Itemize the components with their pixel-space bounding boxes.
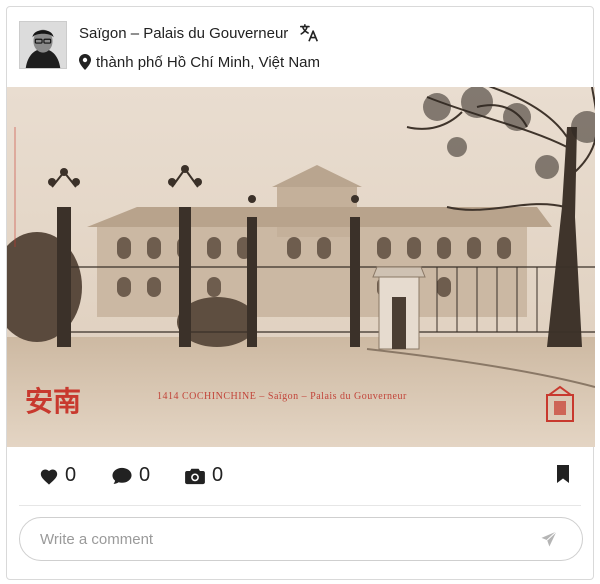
location-link[interactable]: thành phố Hồ Chí Minh, Việt Nam bbox=[96, 54, 320, 71]
post-title: Saïgon – Palais du Gouverneur bbox=[79, 24, 289, 42]
post-card: Saïgon – Palais du Gouverneur thành phố … bbox=[6, 6, 595, 580]
like-count: 0 bbox=[65, 464, 77, 486]
action-bar: 0 0 0 bbox=[7, 447, 593, 505]
divider bbox=[19, 505, 581, 506]
post-photo[interactable]: 安南 1414 COCHINCHINE – Saïgon – Palais du… bbox=[7, 87, 595, 447]
comment-button[interactable]: 0 bbox=[111, 464, 150, 487]
comment-input[interactable] bbox=[20, 529, 522, 549]
avatar[interactable] bbox=[19, 21, 67, 69]
comment-count: 0 bbox=[139, 464, 151, 486]
comment-box bbox=[19, 517, 583, 561]
photo-caption: 1414 COCHINCHINE – Saïgon – Palais du Go… bbox=[157, 391, 407, 402]
photo-count: 0 bbox=[212, 464, 224, 486]
title-row: Saïgon – Palais du Gouverneur bbox=[79, 21, 320, 45]
photo-stamp-text: 安南 bbox=[25, 387, 82, 418]
map-pin-icon bbox=[79, 54, 91, 70]
post-header: Saïgon – Palais du Gouverneur thành phố … bbox=[19, 21, 581, 81]
paper-plane-icon[interactable] bbox=[540, 530, 558, 548]
translate-icon[interactable] bbox=[298, 22, 320, 44]
camera-icon bbox=[185, 468, 205, 484]
like-button[interactable]: 0 bbox=[39, 464, 76, 487]
bookmark-button[interactable] bbox=[556, 464, 570, 484]
photo-button[interactable]: 0 bbox=[184, 464, 223, 487]
location-row: thành phố Hồ Chí Minh, Việt Nam bbox=[79, 51, 320, 73]
bookmark-icon bbox=[557, 465, 569, 483]
heart-icon bbox=[40, 468, 58, 485]
speech-bubble-icon bbox=[112, 467, 132, 484]
